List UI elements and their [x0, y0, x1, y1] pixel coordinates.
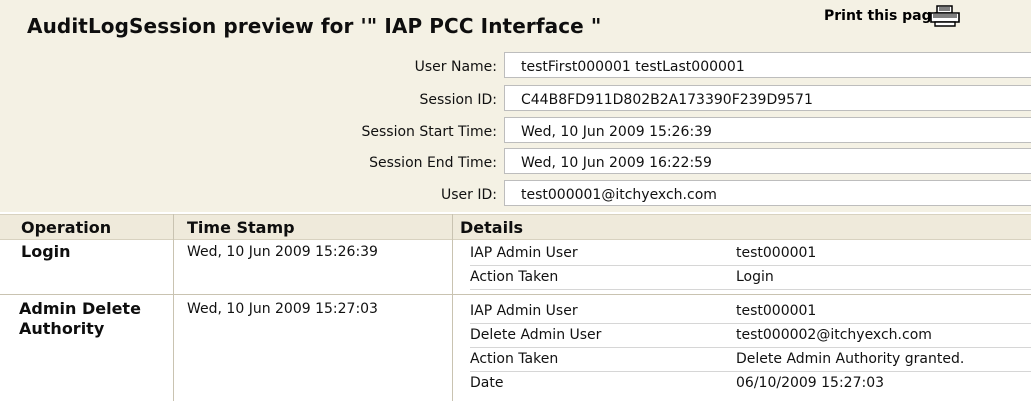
detail-row: Action Taken Login	[470, 266, 1031, 290]
column-header-time-stamp: Time Stamp	[187, 218, 295, 237]
session-info-panel: User Name: testFirst000001 testLast00000…	[0, 44, 1031, 212]
session-start-value: Wed, 10 Jun 2009 15:26:39	[521, 124, 712, 140]
detail-value: Delete Admin Authority granted.	[736, 351, 965, 367]
session-end-field: Wed, 10 Jun 2009 16:22:59	[504, 148, 1031, 174]
detail-row: IAP Admin User test000001	[470, 300, 1031, 324]
detail-key: IAP Admin User	[470, 245, 578, 261]
user-id-row: User ID: test000001@itchyexch.com	[0, 180, 1031, 208]
session-id-label: Session ID:	[419, 92, 498, 108]
detail-value: test000002@itchyexch.com	[736, 327, 932, 343]
user-name-label: User Name:	[414, 59, 497, 75]
session-start-label: Session Start Time:	[361, 124, 498, 140]
detail-key: Action Taken	[470, 351, 559, 367]
session-end-value: Wed, 10 Jun 2009 16:22:59	[521, 155, 712, 171]
user-id-label: User ID:	[441, 187, 497, 203]
detail-key: IAP Admin User	[470, 303, 578, 319]
page-title: AuditLogSession preview for '" IAP PCC I…	[27, 14, 602, 38]
session-start-field: Wed, 10 Jun 2009 15:26:39	[504, 117, 1031, 143]
row-divider	[0, 294, 1031, 295]
detail-row: IAP Admin User test000001	[470, 242, 1031, 266]
detail-value: test000001	[736, 245, 817, 261]
detail-row: Delete Admin User test000002@itchyexch.c…	[470, 324, 1031, 348]
timestamp-cell: Wed, 10 Jun 2009 15:26:39	[187, 244, 378, 260]
session-id-value: C44B8FD911D802B2A173390F239D9571	[521, 92, 813, 108]
session-id-row: Session ID: C44B8FD911D802B2A173390F239D…	[0, 85, 1031, 113]
session-id-field: C44B8FD911D802B2A173390F239D9571	[504, 85, 1031, 111]
column-header-details: Details	[460, 218, 524, 237]
detail-key: Delete Admin User	[470, 327, 602, 343]
column-divider	[452, 214, 453, 401]
user-name-field: testFirst000001 testLast000001	[504, 52, 1031, 78]
detail-value: 06/10/2009 15:27:03	[736, 375, 885, 391]
detail-value: test000001	[736, 303, 817, 319]
title-bar: AuditLogSession preview for '" IAP PCC I…	[0, 0, 1031, 44]
user-id-value: test000001@itchyexch.com	[521, 187, 717, 203]
detail-row: Action Taken Delete Admin Authority gran…	[470, 348, 1031, 372]
column-divider	[173, 214, 174, 401]
operation-cell: Admin Delete Authority	[19, 299, 141, 338]
detail-key: Date	[470, 375, 504, 391]
print-page-link[interactable]: Print this page	[824, 8, 941, 24]
column-header-operation: Operation	[21, 218, 112, 237]
user-name-row: User Name: testFirst000001 testLast00000…	[0, 52, 1031, 80]
session-start-row: Session Start Time: Wed, 10 Jun 2009 15:…	[0, 117, 1031, 145]
operation-cell: Login	[21, 242, 71, 261]
table-header: Operation Time Stamp Details	[0, 214, 1031, 240]
detail-row: Date 06/10/2009 15:27:03	[470, 372, 1031, 396]
user-id-field: test000001@itchyexch.com	[504, 180, 1031, 206]
timestamp-cell: Wed, 10 Jun 2009 15:27:03	[187, 301, 378, 317]
session-end-label: Session End Time:	[369, 155, 497, 171]
user-name-value: testFirst000001 testLast000001	[521, 59, 745, 75]
detail-key: Action Taken	[470, 269, 559, 285]
session-end-row: Session End Time: Wed, 10 Jun 2009 16:22…	[0, 148, 1031, 176]
printer-icon[interactable]	[928, 4, 962, 28]
detail-value: Login	[736, 269, 774, 285]
